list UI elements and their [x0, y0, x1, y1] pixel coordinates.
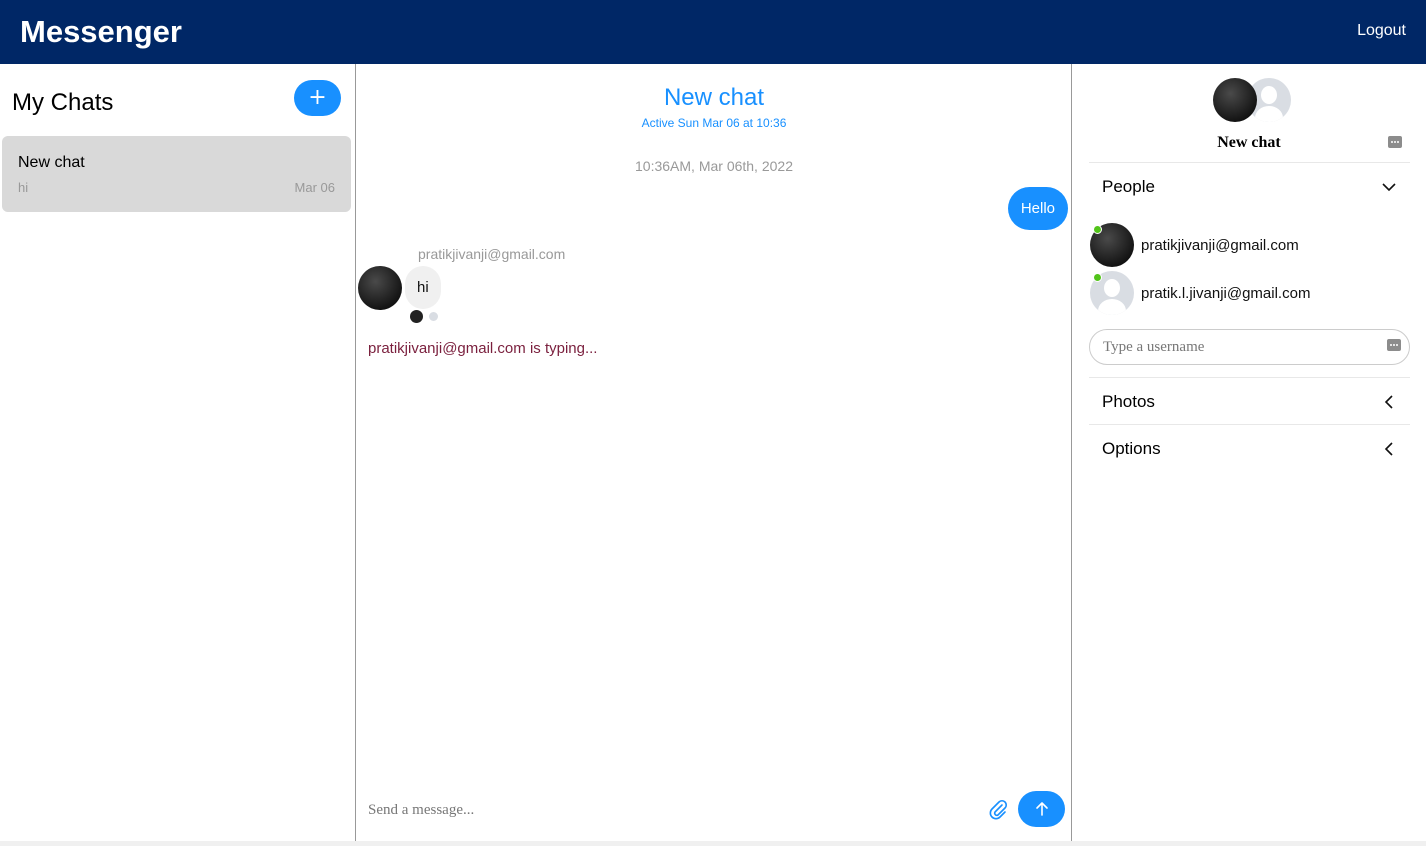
chevron-left-icon[interactable]: [1380, 393, 1398, 411]
message-timestamp: 10:36AM, Mar 06th, 2022: [635, 158, 793, 174]
username-options-icon[interactable]: [1387, 338, 1401, 352]
divider: [1089, 424, 1410, 425]
avatar: [1213, 78, 1257, 122]
top-bar: Messenger Logout: [0, 0, 1426, 64]
person-row[interactable]: pratikjivanji@gmail.com: [1090, 223, 1410, 267]
divider: [1089, 162, 1410, 163]
chat-card[interactable]: New chat hi Mar 06: [2, 136, 351, 212]
chat-title: New chat: [663, 84, 765, 111]
settings-chat-title[interactable]: New chat: [1072, 134, 1426, 152]
online-indicator: [1093, 273, 1102, 282]
divider: [1089, 377, 1410, 378]
people-section-title[interactable]: People: [1102, 177, 1155, 197]
chat-list-panel: My Chats + New chat hi Mar 06: [0, 64, 356, 841]
new-chat-button[interactable]: +: [294, 80, 341, 116]
app-title: Messenger: [20, 14, 182, 49]
edit-title-icon[interactable]: [1388, 135, 1402, 149]
chat-card-preview: hi: [18, 180, 29, 195]
options-section-title[interactable]: Options: [1102, 439, 1161, 459]
chat-feed-panel: New chat Active Sun Mar 06 at 10:36 10:3…: [356, 64, 1072, 841]
logout-button[interactable]: Logout: [1357, 22, 1406, 40]
send-button[interactable]: [1018, 791, 1065, 827]
sender-avatar: [358, 266, 402, 310]
read-receipt-avatar: [427, 310, 440, 323]
chat-list-title: My Chats: [12, 89, 114, 116]
chat-card-date: Mar 06: [294, 180, 335, 195]
person-username: pratikjivanji@gmail.com: [1141, 237, 1299, 254]
chevron-down-icon[interactable]: [1380, 178, 1398, 196]
outgoing-message: Hello: [1007, 187, 1068, 230]
paperclip-icon[interactable]: [988, 799, 1008, 821]
read-receipt-avatar: [410, 310, 423, 323]
chat-card-title: New chat: [18, 154, 85, 171]
chevron-left-icon[interactable]: [1380, 440, 1398, 458]
message-composer: [356, 781, 1072, 841]
message-sender: pratikjivanji@gmail.com: [418, 246, 566, 262]
online-indicator: [1093, 225, 1102, 234]
chat-settings-panel: New chat People pratikjivanji@gmail.com …: [1072, 64, 1426, 841]
person-username: pratik.l.jivanji@gmail.com: [1141, 285, 1311, 302]
chat-activity: Active Sun Mar 06 at 10:36: [641, 116, 787, 130]
chat-avatars: [1213, 78, 1293, 122]
photos-section-title[interactable]: Photos: [1102, 392, 1155, 412]
message-input[interactable]: [368, 793, 968, 827]
username-input[interactable]: [1089, 329, 1410, 365]
incoming-message: hi: [405, 266, 441, 309]
person-row[interactable]: pratik.l.jivanji@gmail.com: [1090, 271, 1410, 315]
typing-indicator: pratikjivanji@gmail.com is typing...: [368, 340, 598, 357]
